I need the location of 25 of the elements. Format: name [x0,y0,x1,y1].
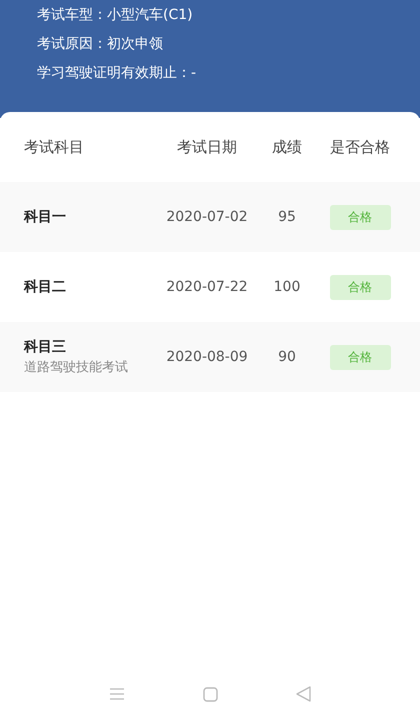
score-cell-text: 90 [277,348,297,366]
table-row[interactable]: 科目一 2020-07-02 95 合格 [0,182,420,252]
score-cell-text: 95 [277,208,297,226]
column-header: 考试科目 [23,136,85,158]
column-header: 成绩 [271,136,303,158]
date-cell-text: 2020-07-22 [165,278,249,296]
date-cell-text: 2020-08-09 [165,348,249,366]
date-cell-text: 2020-07-02 [165,208,249,226]
subject-note: 道路驾驶技能考试 [24,358,129,377]
result-badge: 合格 [330,274,390,300]
info-text: 考试车型：小型汽车(C1) [37,6,194,25]
column-header: 考试日期 [176,136,238,158]
score-cell-text: 100 [272,278,302,296]
result-badge: 合格 [330,344,390,370]
table-row[interactable]: 科目三 道路驾驶技能考试 2020-08-09 90 合格 [0,322,420,392]
subject-text: 科目一 [24,208,67,226]
subject-text: 科目三 [24,338,67,357]
column-header: 是否合格 [329,136,391,158]
info-text: 学习驾驶证明有效期止：- [37,64,198,83]
back-icon[interactable] [296,686,311,702]
info-text: 考试原因：初次申领 [37,35,164,54]
result-badge: 合格 [330,204,390,230]
menu-icon[interactable] [109,687,125,701]
home-icon[interactable] [203,686,218,702]
subject-text: 科目二 [24,278,67,296]
